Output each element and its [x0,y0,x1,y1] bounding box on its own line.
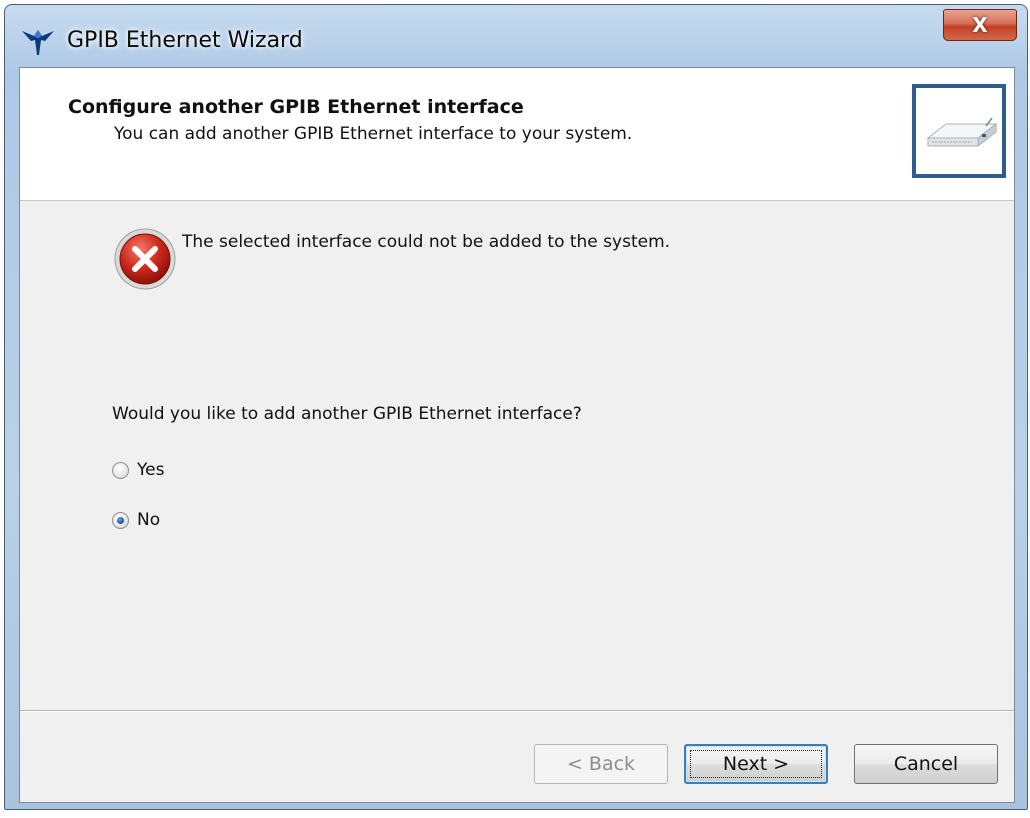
radio-button-no[interactable] [112,511,129,529]
page-title: Configure another GPIB Ethernet interfac… [68,96,524,118]
back-button[interactable]: < Back [534,744,668,784]
error-message: The selected interface could not be adde… [182,232,671,252]
next-button[interactable]: Next > [684,744,828,784]
radio-no[interactable]: No [112,508,160,532]
wizard-header: Configure another GPIB Ethernet interfac… [20,68,1014,201]
cancel-button[interactable]: Cancel [854,744,998,784]
national-instruments-eagle-icon [22,30,54,55]
error-icon [114,228,176,290]
close-icon: X [972,13,988,37]
radio-yes[interactable]: Yes [112,458,164,482]
window-title: GPIB Ethernet Wizard [67,28,303,53]
question-label: Would you like to add another GPIB Ether… [112,404,582,424]
close-button[interactable]: X [943,9,1017,41]
radio-yes-label[interactable]: Yes [137,460,164,480]
radio-no-label[interactable]: No [137,510,160,530]
page-subtitle: You can add another GPIB Ethernet interf… [114,124,633,144]
gpib-ethernet-device-icon [912,84,1006,178]
radio-button-yes[interactable] [112,461,129,479]
footer-divider [20,710,1014,712]
wizard-window: GPIB Ethernet Wizard X Configure another… [4,4,1028,810]
focus-ring [690,750,822,778]
title-bar[interactable]: GPIB Ethernet Wizard X [5,5,1027,69]
wizard-content: Configure another GPIB Ethernet interfac… [19,67,1015,803]
